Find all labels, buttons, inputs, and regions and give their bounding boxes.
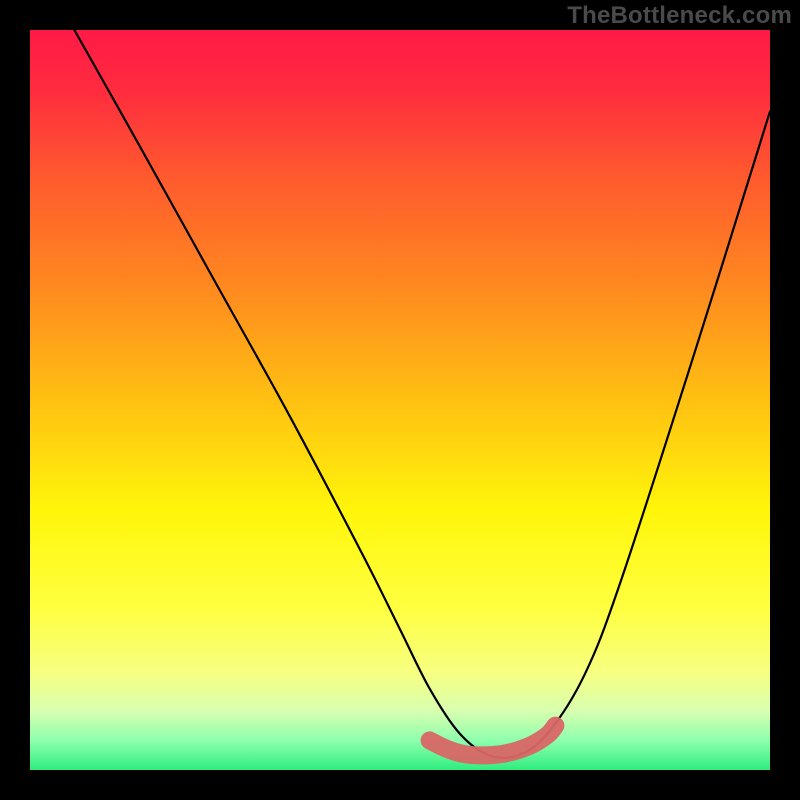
plot-area xyxy=(30,30,770,770)
chart-frame: TheBottleneck.com xyxy=(0,0,800,800)
watermark-text: TheBottleneck.com xyxy=(567,2,792,30)
bottleneck-chart xyxy=(30,30,770,770)
